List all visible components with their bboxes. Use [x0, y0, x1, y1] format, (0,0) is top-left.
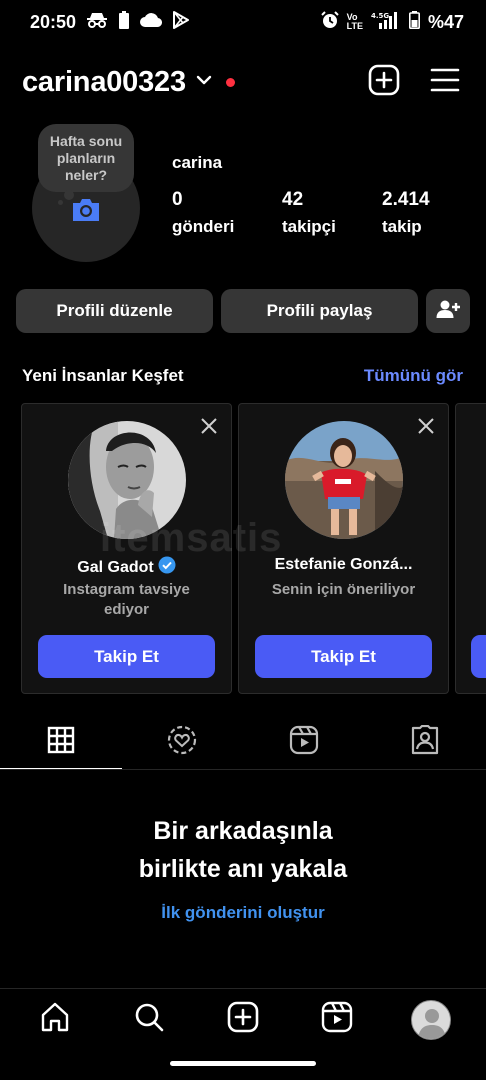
account-switcher[interactable]: carina00323: [22, 66, 235, 99]
nav-reels[interactable]: [307, 1001, 367, 1038]
status-bar: 20:50 Vo LTE 4.5G %47: [0, 0, 486, 44]
signal-icon: 4.5G: [371, 11, 401, 34]
add-person-icon: [436, 299, 460, 324]
nav-search[interactable]: [119, 1001, 179, 1038]
bottom-nav: [0, 988, 486, 1050]
create-post-icon[interactable]: [368, 64, 400, 101]
svg-text:4.5G: 4.5G: [371, 12, 389, 20]
empty-state-line-1: Bir arkadaşınla: [153, 817, 333, 845]
note-bubble[interactable]: Hafta sonu planların neler?: [38, 124, 134, 192]
tab-reposts[interactable]: [122, 714, 244, 770]
discover-people-button[interactable]: [426, 289, 470, 333]
stat-value: 2.414: [382, 189, 430, 210]
camera-icon[interactable]: [70, 196, 102, 229]
grid-icon: [47, 726, 75, 759]
username: carina00323: [22, 65, 186, 98]
incognito-icon: [86, 11, 108, 34]
suggestion-reason: Instagram tavsiye ediyor: [63, 581, 190, 618]
notification-dot: [225, 77, 235, 87]
search-icon: [133, 1001, 165, 1038]
play-store-icon: [172, 10, 190, 34]
stat-value: 0: [172, 189, 183, 210]
discover-header: Yeni İnsanlar Keşfet Tümünü gör: [22, 366, 463, 386]
reels-icon: [289, 725, 319, 760]
cloud-icon: [140, 12, 163, 33]
stat-followers[interactable]: 42 takipçi: [282, 189, 382, 237]
battery-saver-icon: [118, 10, 130, 34]
clock: 20:50: [30, 11, 77, 32]
reels-history-icon: [166, 724, 198, 761]
stat-label: takip: [382, 217, 422, 236]
suggested-user-name: Estefanie Gonzá...: [274, 556, 413, 573]
home-indicator[interactable]: [170, 1061, 316, 1066]
stat-label: gönderi: [172, 217, 235, 236]
suggestion-reason: Senin için öneriliyor: [271, 581, 416, 598]
battery-percent: %47: [427, 11, 464, 32]
chevron-down-icon: [196, 73, 212, 91]
profile-header: carina00323: [22, 60, 460, 104]
create-first-post-link[interactable]: İlk gönderini oluştur: [0, 903, 486, 923]
reels-nav-icon: [321, 1001, 353, 1038]
see-all-link[interactable]: Tümünü gör: [364, 366, 463, 386]
profile-tabs: [0, 714, 486, 770]
suggested-user-avatar[interactable]: [285, 421, 403, 539]
edit-profile-button[interactable]: Profili düzenle: [16, 289, 213, 333]
stat-posts[interactable]: 0 gönderi: [172, 189, 282, 237]
stat-following[interactable]: 2.414 takip: [382, 189, 486, 237]
suggested-user-name: Gal Gadot: [77, 558, 154, 576]
follow-button[interactable]: Takip Et: [38, 635, 215, 678]
alarm-icon: [320, 10, 339, 34]
tab-tagged[interactable]: [365, 714, 486, 770]
home-icon: [39, 1001, 71, 1038]
tabs-divider: [0, 769, 486, 770]
nav-home[interactable]: [25, 1001, 85, 1038]
share-profile-button[interactable]: Profili paylaş: [221, 289, 418, 333]
display-name: carina: [172, 153, 223, 172]
follow-button-partial[interactable]: [471, 635, 486, 678]
note-text: Hafta sonu planların neler?: [49, 133, 123, 183]
discover-title: Yeni İnsanlar Keşfet: [22, 366, 184, 385]
battery-icon: [408, 10, 420, 34]
suggestion-card-partial[interactable]: [455, 403, 486, 694]
empty-state-title: Bir arkadaşınla birlikte anı yakala: [0, 812, 486, 888]
stat-label: takipçi: [282, 217, 336, 236]
nav-profile[interactable]: [401, 999, 461, 1040]
follow-button[interactable]: Takip Et: [255, 635, 432, 678]
empty-state-line-2: birlikte anı yakala: [138, 855, 348, 883]
close-icon[interactable]: [201, 418, 217, 439]
note-bubble-tail-small: [58, 200, 63, 205]
volte-indicator: Vo LTE: [346, 12, 363, 31]
nav-create[interactable]: [213, 1001, 273, 1038]
watermark: itemsatis: [100, 516, 283, 560]
close-icon[interactable]: [418, 418, 434, 439]
profile-stats: 0 gönderi 42 takipçi 2.414 takip: [172, 189, 486, 237]
profile-actions: Profili düzenle Profili paylaş: [16, 289, 470, 333]
tab-reels[interactable]: [243, 714, 365, 770]
tab-posts[interactable]: [0, 714, 122, 770]
add-post-icon: [227, 1001, 259, 1038]
profile-avatar-icon: [411, 999, 451, 1040]
menu-icon[interactable]: [430, 67, 460, 98]
tagged-icon: [410, 724, 440, 760]
stat-value: 42: [282, 189, 304, 210]
